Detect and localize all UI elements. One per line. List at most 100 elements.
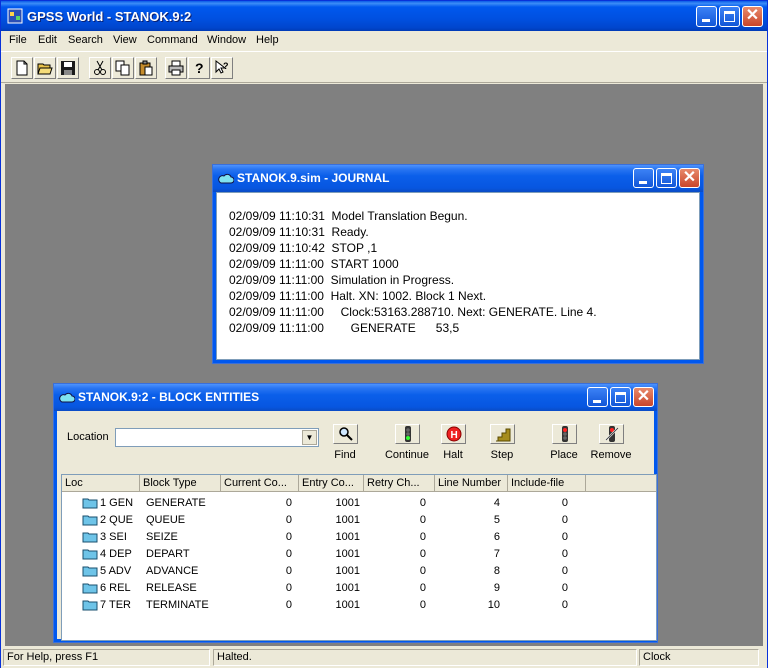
cell-retry-chain: 0 [419,514,426,526]
gpss-app-icon [7,8,23,24]
journal-title: STANOK.9.sim - JOURNAL [237,171,390,185]
save-button[interactable] [57,57,79,79]
cell-entry-count: 1001 [335,565,360,577]
app-titlebar[interactable]: GPSS World - STANOK.9:2 ✕ [1,1,767,31]
step-button[interactable]: Step [487,424,517,461]
cell-loc: 3 SEI [100,531,127,543]
block-entities-body: Location ▼ Find Continue H Halt Step Pla… [57,411,657,641]
journal-line: 02/09/09 11:11:00 Halt. XN: 1002. Block … [229,289,487,303]
cell-block-type: ADVANCE [146,565,199,577]
place-button[interactable]: Place [549,424,579,461]
journal-text-area[interactable]: 02/09/09 11:10:31 Model Translation Begu… [216,192,700,360]
cell-include-file: 0 [561,497,568,509]
block-close-button[interactable]: ✕ [633,387,654,407]
col-current-count[interactable]: Current Co... [221,475,299,492]
menu-file[interactable]: File [9,34,27,46]
print-icon [168,60,184,76]
menu-search[interactable]: Search [68,34,103,46]
cell-retry-chain: 0 [419,548,426,560]
table-row[interactable]: 3 SEI SEIZE 0 1001 0 6 0 [62,529,656,546]
cell-current-count: 0 [285,531,292,543]
block-type-icon [82,600,98,611]
help-button[interactable]: ? [188,57,210,79]
find-button[interactable]: Find [330,424,360,461]
minimize-button[interactable] [696,6,717,27]
menu-command[interactable]: Command [147,34,198,46]
block-entities-title: STANOK.9:2 - BLOCK ENTITIES [78,390,260,404]
table-row[interactable]: 4 DEP DEPART 0 1001 0 7 0 [62,546,656,563]
continue-button[interactable]: Continue [383,424,431,461]
maximize-icon [661,173,672,184]
remove-stop-icon [604,426,619,442]
journal-maximize-button[interactable] [656,168,677,188]
cell-block-type: RELEASE [146,582,197,594]
col-loc[interactable]: Loc [62,475,140,492]
menu-edit[interactable]: Edit [38,34,57,46]
traffic-light-red-icon [561,426,568,442]
close-icon: ✕ [682,169,697,186]
block-entities-titlebar[interactable]: STANOK.9:2 - BLOCK ENTITIES ✕ [54,384,657,411]
cell-include-file: 0 [561,565,568,577]
col-block-type[interactable]: Block Type [140,475,221,492]
svg-text:H: H [450,430,457,441]
stairs-icon [495,428,510,442]
remove-button[interactable]: Remove [589,424,633,461]
copy-button[interactable] [112,57,134,79]
remove-face [598,424,624,444]
cell-loc: 5 ADV [100,565,132,577]
context-help-button[interactable]: ? [211,57,233,79]
menu-view[interactable]: View [113,34,137,46]
chevron-down-icon[interactable]: ▼ [302,430,317,445]
table-row[interactable]: 5 ADV ADVANCE 0 1001 0 8 0 [62,563,656,580]
cell-retry-chain: 0 [419,599,426,611]
halt-icon: H [446,426,461,442]
table-row[interactable]: 1 GEN GENERATE 0 1001 0 4 0 [62,495,656,512]
col-include-file[interactable]: Include-file [508,475,586,492]
location-combo[interactable]: ▼ [115,428,319,447]
close-icon: ✕ [636,388,651,405]
col-retry-chain[interactable]: Retry Ch... [364,475,435,492]
journal-minimize-button[interactable] [633,168,654,188]
cell-block-type: TERMINATE [146,599,209,611]
close-button[interactable]: ✕ [742,6,763,27]
status-clock: Clock [639,649,759,666]
journal-close-button[interactable]: ✕ [679,168,700,188]
maximize-button[interactable] [719,6,740,27]
table-row[interactable]: 6 REL RELEASE 0 1001 0 9 0 [62,580,656,597]
magnifier-icon [338,427,353,441]
location-label: Location [67,431,109,443]
context-help-icon: ? [215,60,229,74]
block-entities-table[interactable]: Loc Block Type Current Co... Entry Co...… [61,474,657,641]
find-label: Find [334,449,356,461]
maximize-icon [724,11,735,22]
journal-titlebar[interactable]: STANOK.9.sim - JOURNAL ✕ [213,165,703,192]
continue-face [394,424,420,444]
col-entry-count[interactable]: Entry Co... [299,475,364,492]
block-maximize-button[interactable] [610,387,631,407]
cell-line-number: 6 [493,531,500,543]
cut-button[interactable] [89,57,111,79]
open-button[interactable] [34,57,56,79]
open-icon [37,63,53,75]
menu-window[interactable]: Window [207,34,246,46]
block-type-icon [82,549,98,560]
cell-line-number: 4 [493,497,500,509]
cell-loc: 4 DEP [100,548,132,560]
cell-current-count: 0 [285,565,292,577]
print-button[interactable] [165,57,187,79]
cell-line-number: 5 [493,514,500,526]
block-minimize-button[interactable] [587,387,608,407]
table-row[interactable]: 7 TER TERMINATE 0 1001 0 10 0 [62,597,656,614]
cell-entry-count: 1001 [335,582,360,594]
halt-button[interactable]: H Halt [438,424,468,461]
cell-current-count: 0 [285,497,292,509]
menu-help[interactable]: Help [256,34,279,46]
col-line-number[interactable]: Line Number [435,475,508,492]
new-button[interactable] [11,57,33,79]
maximize-icon [615,392,626,403]
cell-line-number: 10 [487,599,500,611]
journal-line: 02/09/09 11:11:00 START 1000 [229,257,399,271]
paste-button[interactable] [135,57,157,79]
table-row[interactable]: 2 QUE QUEUE 0 1001 0 5 0 [62,512,656,529]
journal-line: 02/09/09 11:11:00 Clock:53163.288710. Ne… [229,305,597,319]
